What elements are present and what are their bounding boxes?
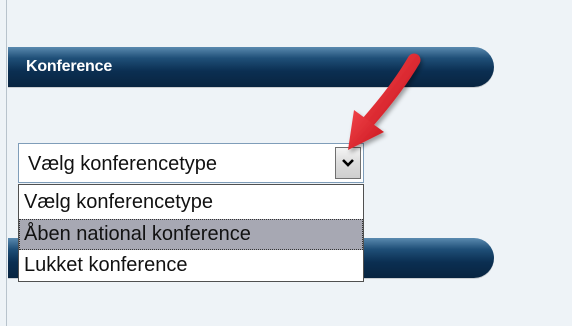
option-aaben-national-konference[interactable]: Åben national konference	[19, 219, 363, 250]
conference-type-options-list: Vælg konferencetype Åben national konfer…	[18, 184, 364, 282]
conference-type-select[interactable]: Vælg konferencetype	[18, 143, 364, 183]
select-current-value: Vælg konferencetype	[28, 153, 218, 175]
option-lukket-konference[interactable]: Lukket konference	[19, 250, 363, 281]
option-vaelg-konferencetype[interactable]: Vælg konferencetype	[19, 187, 363, 218]
page-left-border	[6, 0, 7, 326]
arrow-pointer-icon	[330, 44, 440, 164]
section-title: Konference	[26, 58, 113, 75]
